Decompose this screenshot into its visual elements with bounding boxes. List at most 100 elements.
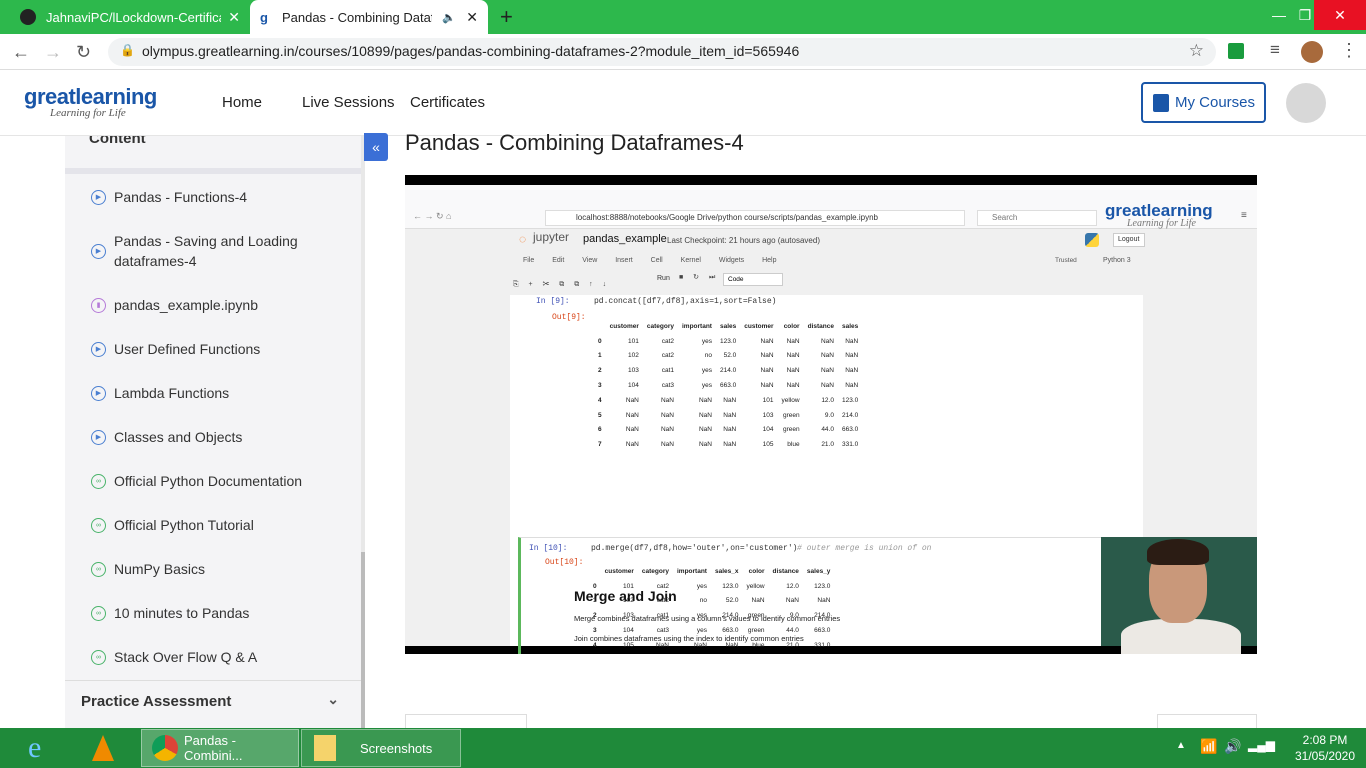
close-icon[interactable]: ✕ [466,9,478,26]
merge-output-table: customer category important sales_x color dis… [589,564,834,653]
table-cell: NaN [693,641,707,649]
previous-button[interactable] [405,714,527,728]
sidebar-item[interactable]: ∞ Official Python Tutorial [91,515,254,535]
table-cell: yes [701,367,712,375]
table-cell: NaN [786,382,800,390]
table-cell: 103 [762,411,774,419]
link-icon: ∞ [91,474,106,489]
site-logo[interactable]: greatlearning Learning for Life [24,84,157,119]
sidebar-item[interactable]: ∞ NumPy Basics [91,559,205,579]
code-10-comment: # outer merge is union of on [797,544,932,553]
my-courses-button[interactable]: My Courses [1141,82,1266,123]
table-cell: 12.0 [821,396,834,404]
table-cell: 123.0 [814,582,831,590]
nav-live-sessions[interactable]: Live Sessions [302,94,395,111]
inner-search: Search [977,210,1097,226]
sidebar-item[interactable]: ▶ Pandas - Functions-4 [91,187,247,207]
sidebar-item[interactable]: ▶ Classes and Objects [91,427,242,447]
table-cell: 214.0 [841,411,859,419]
star-icon[interactable]: ☆ [1189,41,1204,61]
table-cell: 2 [593,612,597,620]
sidebar-item-label: Lambda Functions [114,385,230,401]
sidebar-item-label: Official Python Documentation [114,473,303,489]
table-cell: NaN [660,426,674,434]
close-icon[interactable]: ✕ [228,9,240,26]
table-cell: NaN [625,426,639,434]
table-cell: 663.0 [722,627,739,635]
sidebar-item[interactable]: ∞ Stack Over Flow Q & A [91,647,257,667]
table-cell: yes [696,612,707,620]
code-cell-10: In [10]: pd.merge(df7,df8,how='outer',on… [518,537,1134,654]
sidebar-item-label: pandas_example.ipynb [114,297,258,313]
user-avatar[interactable] [1286,83,1326,123]
table-cell: 0 [598,337,602,345]
sidebar-item-label: Pandas - Saving and Loading dataframes-4 [114,233,298,269]
nav-certificates[interactable]: Certificates [410,94,485,111]
system-clock[interactable]: 2:08 PM 31/05/2020 [1290,732,1360,764]
table-cell: 4 [593,641,597,649]
internet-explorer-icon[interactable]: e [28,729,64,767]
table-cell: 5 [598,411,602,419]
forward-icon[interactable]: → [44,42,62,63]
nav-home[interactable]: Home [222,94,262,111]
back-icon[interactable]: ← [12,42,30,63]
vlc-icon[interactable] [92,729,128,767]
video-player[interactable]: ← → ↻ ⌂ localhost:8888/notebooks/Google … [405,175,1257,654]
sidebar-item[interactable]: ▶ User Defined Functions [91,339,260,359]
table-cell: 0 [593,582,597,590]
table-cell: NaN [845,382,859,390]
collapse-sidebar-button[interactable]: « [364,133,388,161]
sidebar-scrollbar[interactable] [361,136,365,728]
menu-icon[interactable]: ⋮ [1340,40,1358,61]
sidebar-item[interactable]: ∞ 10 minutes to Pandas [91,603,249,623]
table-cell: 214.0 [814,612,831,620]
in10-label: In [10]: [529,544,568,553]
signal-icon[interactable]: ▂▄▆ [1248,738,1275,752]
practice-assessment-label: Practice Assessment [81,693,232,710]
table-cell: yes [696,627,707,635]
show-hidden-icons[interactable]: ▲ [1176,740,1186,751]
sidebar-item[interactable]: ▮ pandas_example.ipynb [91,295,258,315]
next-button[interactable] [1157,714,1257,728]
taskbar-item-chrome[interactable]: Pandas - Combini... [141,729,299,767]
extension-icon[interactable] [1228,43,1244,59]
table-cell: 104 [762,426,774,434]
practice-assessment-section[interactable]: Practice Assessment ⌄ [65,680,361,722]
table-cell: cat2 [661,337,674,345]
media-icon[interactable]: ≡ [1270,40,1280,60]
table-cell: cat2 [661,352,674,360]
table-cell: NaN [660,396,674,404]
table-row: 2 103 cat1 yes 214.0 NaN NaN NaN NaN [594,363,862,378]
python-logo-icon [1085,233,1099,247]
play-circle-icon: ▶ [91,342,106,357]
new-tab-button[interactable]: + [500,4,513,30]
sidebar-item-label: 10 minutes to Pandas [114,605,250,621]
url-field[interactable]: 🔒 olympus.greatlearning.in/courses/10899… [108,38,1216,66]
table-cell: NaN [786,352,800,360]
url-text: olympus.greatlearning.in/courses/10899/p… [142,43,800,59]
table-header: distance [807,322,834,330]
network-icon[interactable]: 📶 [1200,738,1217,755]
sidebar-item[interactable]: ▶ Pandas - Saving and Loading dataframes-… [91,231,331,271]
sidebar-item[interactable]: ∞ Official Python Documentation [91,471,302,491]
link-icon: ∞ [91,518,106,533]
video-frame: ← → ↻ ⌂ localhost:8888/notebooks/Google … [405,185,1257,654]
table-cell: cat2 [656,597,669,605]
table-cell: 1 [593,597,597,605]
reload-icon[interactable]: ↻ [76,42,91,63]
code-10: pd.merge(df7,df8,how='outer',on='custome… [591,544,798,553]
sidebar-item[interactable]: ▶ Lambda Functions [91,383,229,403]
table-header: customer [744,322,774,330]
speaker-icon[interactable]: 🔈 [442,11,456,24]
close-window-icon[interactable]: ✕ [1314,0,1366,30]
tab-pandas[interactable]: g Pandas - Combining Datafra 🔈 ✕ [250,0,488,34]
concat-output-table: customer category important sales customer co… [594,319,862,452]
profile-icon[interactable] [1301,41,1323,63]
table-cell: NaN [786,367,800,375]
out9-label: Out[9]: [552,313,586,322]
table-cell: 104 [623,627,634,635]
table-cell: NaN [760,352,774,360]
tab-github[interactable]: JahnaviPC/lLockdown-Certificatio ✕ [10,0,250,34]
taskbar-item-explorer[interactable]: Screenshots [301,729,461,767]
volume-icon[interactable]: 🔊 [1224,738,1241,755]
